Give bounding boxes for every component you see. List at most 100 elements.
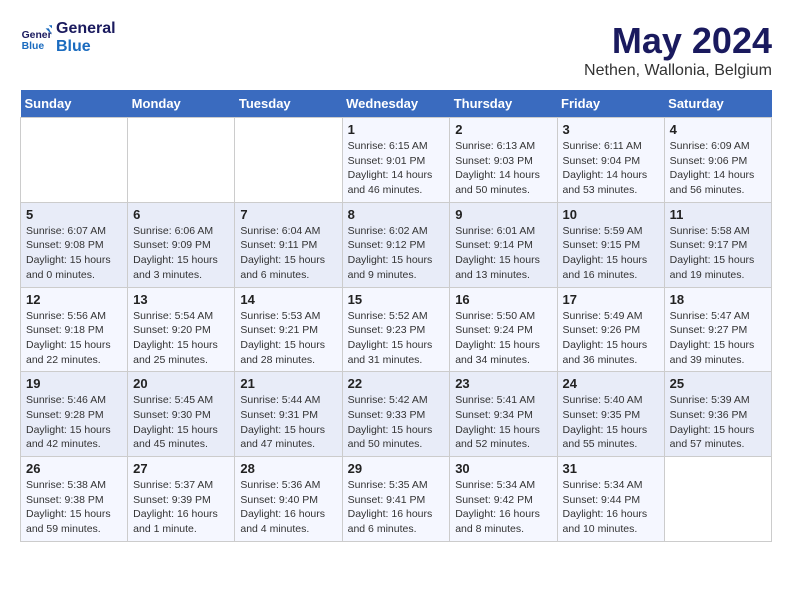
logo: General Blue General Blue <box>20 20 116 56</box>
day-detail: Sunrise: 5:34 AM Sunset: 9:44 PM Dayligh… <box>563 478 659 537</box>
day-detail: Sunrise: 5:49 AM Sunset: 9:26 PM Dayligh… <box>563 309 659 368</box>
day-detail: Sunrise: 6:01 AM Sunset: 9:14 PM Dayligh… <box>455 224 551 283</box>
day-detail: Sunrise: 6:09 AM Sunset: 9:06 PM Dayligh… <box>670 139 766 198</box>
calendar-cell: 3 Sunrise: 6:11 AM Sunset: 9:04 PM Daylig… <box>557 118 664 203</box>
day-number: 28 <box>240 461 336 476</box>
svg-text:Blue: Blue <box>22 41 45 52</box>
day-detail: Sunrise: 6:13 AM Sunset: 9:03 PM Dayligh… <box>455 139 551 198</box>
day-detail: Sunrise: 6:11 AM Sunset: 9:04 PM Dayligh… <box>563 139 659 198</box>
calendar-cell: 26 Sunrise: 5:38 AM Sunset: 9:38 PM Dayli… <box>21 457 128 542</box>
day-detail: Sunrise: 6:15 AM Sunset: 9:01 PM Dayligh… <box>348 139 445 198</box>
day-detail: Sunrise: 5:41 AM Sunset: 9:34 PM Dayligh… <box>455 393 551 452</box>
day-number: 6 <box>133 207 229 222</box>
calendar-cell: 25 Sunrise: 5:39 AM Sunset: 9:36 PM Dayli… <box>664 372 771 457</box>
calendar-cell: 9 Sunrise: 6:01 AM Sunset: 9:14 PM Daylig… <box>450 202 557 287</box>
day-number: 19 <box>26 376 122 391</box>
day-detail: Sunrise: 5:44 AM Sunset: 9:31 PM Dayligh… <box>240 393 336 452</box>
day-number: 12 <box>26 292 122 307</box>
day-detail: Sunrise: 5:47 AM Sunset: 9:27 PM Dayligh… <box>670 309 766 368</box>
day-number: 9 <box>455 207 551 222</box>
day-detail: Sunrise: 6:07 AM Sunset: 9:08 PM Dayligh… <box>26 224 122 283</box>
calendar-cell: 31 Sunrise: 5:34 AM Sunset: 9:44 PM Dayli… <box>557 457 664 542</box>
day-number: 16 <box>455 292 551 307</box>
day-number: 10 <box>563 207 659 222</box>
day-detail: Sunrise: 5:45 AM Sunset: 9:30 PM Dayligh… <box>133 393 229 452</box>
day-number: 26 <box>26 461 122 476</box>
calendar-cell: 14 Sunrise: 5:53 AM Sunset: 9:21 PM Dayli… <box>235 287 342 372</box>
day-number: 8 <box>348 207 445 222</box>
calendar-cell: 12 Sunrise: 5:56 AM Sunset: 9:18 PM Dayli… <box>21 287 128 372</box>
calendar-cell <box>235 118 342 203</box>
calendar-cell: 19Sunrise: 5:46 AM Sunset: 9:28 PM Dayli… <box>21 372 128 457</box>
calendar-cell <box>21 118 128 203</box>
week-row-1: 1 Sunrise: 6:15 AM Sunset: 9:01 PM Daylig… <box>21 118 772 203</box>
svg-text:General: General <box>22 30 52 41</box>
calendar-table: SundayMondayTuesdayWednesdayThursdayFrid… <box>20 90 772 542</box>
week-row-5: 26 Sunrise: 5:38 AM Sunset: 9:38 PM Dayli… <box>21 457 772 542</box>
calendar-cell: 7 Sunrise: 6:04 AM Sunset: 9:11 PM Daylig… <box>235 202 342 287</box>
week-row-3: 12 Sunrise: 5:56 AM Sunset: 9:18 PM Dayli… <box>21 287 772 372</box>
calendar-cell: 24 Sunrise: 5:40 AM Sunset: 9:35 PM Dayli… <box>557 372 664 457</box>
day-number: 22 <box>348 376 445 391</box>
calendar-cell: 2Sunrise: 6:13 AM Sunset: 9:03 PM Daylig… <box>450 118 557 203</box>
calendar-cell: 4 Sunrise: 6:09 AM Sunset: 9:06 PM Daylig… <box>664 118 771 203</box>
day-number: 24 <box>563 376 659 391</box>
logo-icon: General Blue <box>20 22 52 54</box>
day-number: 13 <box>133 292 229 307</box>
calendar-cell: 20Sunrise: 5:45 AM Sunset: 9:30 PM Dayli… <box>128 372 235 457</box>
day-detail: Sunrise: 5:36 AM Sunset: 9:40 PM Dayligh… <box>240 478 336 537</box>
day-detail: Sunrise: 5:54 AM Sunset: 9:20 PM Dayligh… <box>133 309 229 368</box>
day-number: 15 <box>348 292 445 307</box>
day-number: 25 <box>670 376 766 391</box>
title-block: May 2024 Nethen, Wallonia, Belgium <box>584 20 772 80</box>
header-sunday: Sunday <box>21 90 128 118</box>
day-detail: Sunrise: 5:58 AM Sunset: 9:17 PM Dayligh… <box>670 224 766 283</box>
day-number: 7 <box>240 207 336 222</box>
day-number: 18 <box>670 292 766 307</box>
calendar-cell: 5 Sunrise: 6:07 AM Sunset: 9:08 PM Daylig… <box>21 202 128 287</box>
subtitle: Nethen, Wallonia, Belgium <box>584 62 772 80</box>
day-detail: Sunrise: 5:52 AM Sunset: 9:23 PM Dayligh… <box>348 309 445 368</box>
day-number: 30 <box>455 461 551 476</box>
header-wednesday: Wednesday <box>342 90 450 118</box>
calendar-cell <box>664 457 771 542</box>
header-row: SundayMondayTuesdayWednesdayThursdayFrid… <box>21 90 772 118</box>
logo-general: General <box>56 20 116 38</box>
calendar-cell: 17 Sunrise: 5:49 AM Sunset: 9:26 PM Dayli… <box>557 287 664 372</box>
day-detail: Sunrise: 5:53 AM Sunset: 9:21 PM Dayligh… <box>240 309 336 368</box>
day-number: 14 <box>240 292 336 307</box>
day-number: 5 <box>26 207 122 222</box>
calendar-cell: 23 Sunrise: 5:41 AM Sunset: 9:34 PM Dayli… <box>450 372 557 457</box>
day-detail: Sunrise: 5:38 AM Sunset: 9:38 PM Dayligh… <box>26 478 122 537</box>
week-row-4: 19Sunrise: 5:46 AM Sunset: 9:28 PM Dayli… <box>21 372 772 457</box>
day-detail: Sunrise: 5:35 AM Sunset: 9:41 PM Dayligh… <box>348 478 445 537</box>
day-number: 31 <box>563 461 659 476</box>
day-number: 29 <box>348 461 445 476</box>
calendar-cell: 15 Sunrise: 5:52 AM Sunset: 9:23 PM Dayli… <box>342 287 450 372</box>
day-number: 21 <box>240 376 336 391</box>
calendar-cell: 29 Sunrise: 5:35 AM Sunset: 9:41 PM Dayli… <box>342 457 450 542</box>
day-detail: Sunrise: 5:40 AM Sunset: 9:35 PM Dayligh… <box>563 393 659 452</box>
day-number: 23 <box>455 376 551 391</box>
day-number: 4 <box>670 122 766 137</box>
calendar-cell: 22 Sunrise: 5:42 AM Sunset: 9:33 PM Dayli… <box>342 372 450 457</box>
day-detail: Sunrise: 5:34 AM Sunset: 9:42 PM Dayligh… <box>455 478 551 537</box>
calendar-cell: 28 Sunrise: 5:36 AM Sunset: 9:40 PM Dayli… <box>235 457 342 542</box>
day-number: 1 <box>348 122 445 137</box>
main-title: May 2024 <box>584 20 772 62</box>
logo-blue: Blue <box>56 38 116 56</box>
calendar-cell <box>128 118 235 203</box>
day-number: 17 <box>563 292 659 307</box>
header-monday: Monday <box>128 90 235 118</box>
day-number: 27 <box>133 461 229 476</box>
day-detail: Sunrise: 5:56 AM Sunset: 9:18 PM Dayligh… <box>26 309 122 368</box>
day-detail: Sunrise: 5:42 AM Sunset: 9:33 PM Dayligh… <box>348 393 445 452</box>
calendar-cell: 21 Sunrise: 5:44 AM Sunset: 9:31 PM Dayli… <box>235 372 342 457</box>
day-number: 3 <box>563 122 659 137</box>
day-detail: Sunrise: 5:39 AM Sunset: 9:36 PM Dayligh… <box>670 393 766 452</box>
day-detail: Sunrise: 6:04 AM Sunset: 9:11 PM Dayligh… <box>240 224 336 283</box>
calendar-cell: 13 Sunrise: 5:54 AM Sunset: 9:20 PM Dayli… <box>128 287 235 372</box>
header-saturday: Saturday <box>664 90 771 118</box>
day-detail: Sunrise: 5:37 AM Sunset: 9:39 PM Dayligh… <box>133 478 229 537</box>
calendar-cell: 1 Sunrise: 6:15 AM Sunset: 9:01 PM Daylig… <box>342 118 450 203</box>
